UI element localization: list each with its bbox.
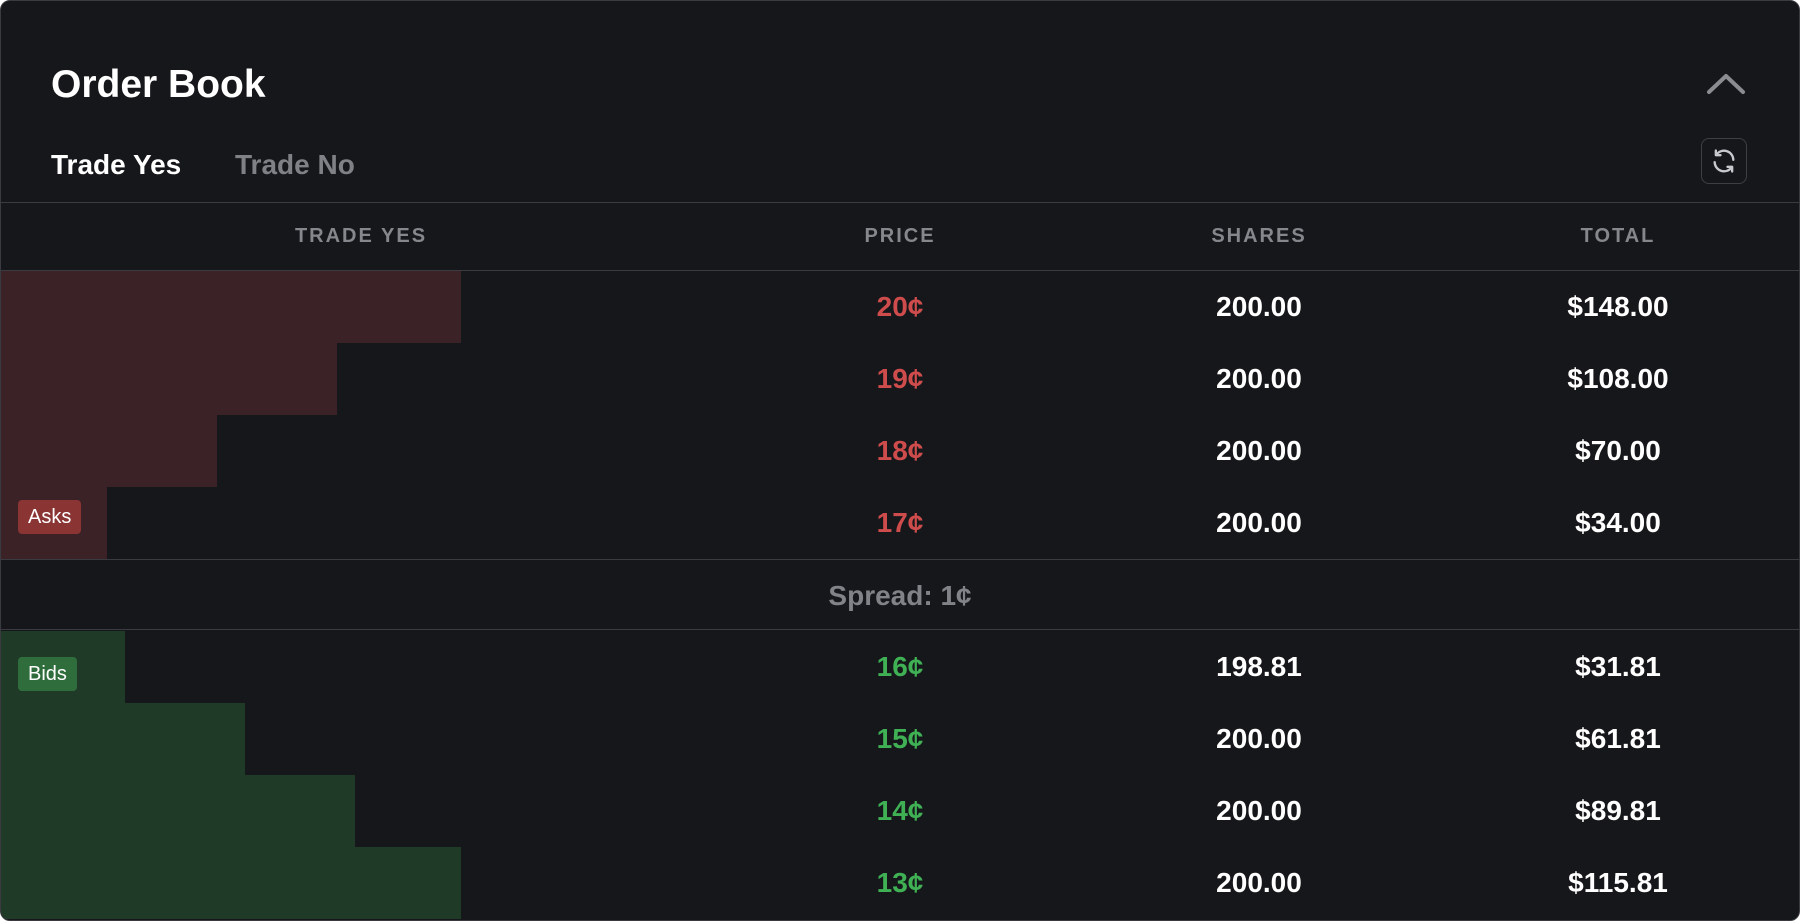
ask-total: $70.00 <box>1575 435 1661 466</box>
divider <box>1 202 1799 203</box>
ask-depth-bar <box>1 271 461 343</box>
column-header-price: PRICE <box>864 225 936 247</box>
ask-depth-bar <box>1 415 217 487</box>
ask-total: $34.00 <box>1575 507 1661 538</box>
ask-row[interactable]: Asks 17¢ 200.00 $34.00 <box>1 487 1799 559</box>
bid-depth-bar <box>1 847 461 919</box>
ask-shares: 200.00 <box>1216 507 1302 538</box>
bid-row[interactable]: Bids 16¢ 198.81 $31.81 <box>1 631 1799 703</box>
refresh-icon <box>1713 149 1735 173</box>
ask-price: 19¢ <box>876 363 924 394</box>
asks-badge: Asks <box>18 500 82 534</box>
chevron-up-icon <box>1707 74 1745 94</box>
ask-price: 17¢ <box>876 507 924 538</box>
spread-label: Spread: 1¢ <box>828 580 972 611</box>
column-header-total: TOTAL <box>1580 225 1656 247</box>
divider <box>1 559 1799 560</box>
bid-total: $31.81 <box>1575 651 1661 682</box>
bid-price: 13¢ <box>876 867 924 898</box>
ask-shares: 200.00 <box>1216 435 1302 466</box>
ask-shares: 200.00 <box>1216 363 1302 394</box>
ask-price: 20¢ <box>876 291 924 322</box>
refresh-button[interactable] <box>1701 138 1747 184</box>
bid-price: 16¢ <box>876 651 924 682</box>
bids-badge: Bids <box>18 657 77 691</box>
bid-depth-bar <box>1 775 355 847</box>
ask-row[interactable]: 20¢ 200.00 $148.00 <box>1 271 1799 343</box>
ask-total: $148.00 <box>1567 291 1669 322</box>
ask-row[interactable]: 19¢ 200.00 $108.00 <box>1 343 1799 415</box>
panel-title: Order Book <box>51 63 266 106</box>
bid-total: $89.81 <box>1575 795 1661 826</box>
bid-price: 14¢ <box>876 795 924 826</box>
divider <box>1 629 1799 630</box>
ask-row[interactable]: 18¢ 200.00 $70.00 <box>1 415 1799 487</box>
ask-price: 18¢ <box>876 435 924 466</box>
tab-trade-yes[interactable]: Trade Yes <box>51 147 181 183</box>
bid-row[interactable]: 13¢ 200.00 $115.81 <box>1 847 1799 919</box>
ask-depth-bar <box>1 343 337 415</box>
bid-row[interactable]: 15¢ 200.00 $61.81 <box>1 703 1799 775</box>
collapse-button[interactable] <box>1701 61 1751 111</box>
order-book-panel: Order Book Trade Yes Trade No TRADE YES … <box>0 0 1800 921</box>
bid-total: $115.81 <box>1568 867 1668 898</box>
bid-shares: 200.00 <box>1216 867 1302 898</box>
bid-price: 15¢ <box>876 723 924 754</box>
tab-trade-no[interactable]: Trade No <box>235 147 355 183</box>
column-header-trade-yes: TRADE YES <box>294 225 428 247</box>
bid-row[interactable]: 14¢ 200.00 $89.81 <box>1 775 1799 847</box>
bid-depth-bar <box>1 703 245 775</box>
bid-shares: 198.81 <box>1216 651 1302 682</box>
ask-shares: 200.00 <box>1216 291 1302 322</box>
ask-total: $108.00 <box>1567 363 1669 394</box>
bid-shares: 200.00 <box>1216 723 1302 754</box>
bid-total: $61.81 <box>1575 723 1661 754</box>
column-header-shares: SHARES <box>1211 225 1307 247</box>
bid-shares: 200.00 <box>1216 795 1302 826</box>
